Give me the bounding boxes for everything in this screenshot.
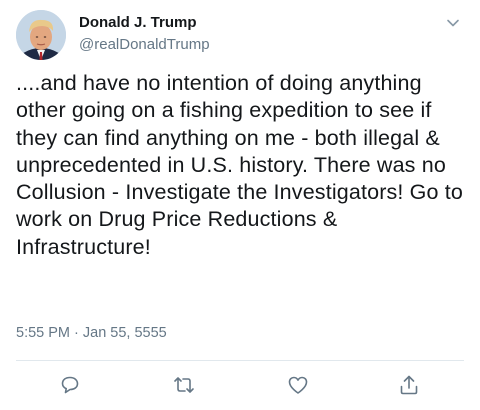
author-handle[interactable]: @realDonaldTrump: [79, 36, 210, 53]
avatar[interactable]: [16, 10, 66, 60]
reply-icon[interactable]: [58, 373, 82, 397]
tweet-text: ....and have no intention of doing anyth…: [16, 71, 463, 259]
heart-icon[interactable]: [286, 373, 310, 397]
retweet-icon[interactable]: [172, 373, 196, 397]
author-name[interactable]: Donald J. Trump: [79, 14, 197, 31]
avatar-image: [16, 10, 66, 60]
tweet-timestamp[interactable]: 5:55 PM · Jan 55, 5555: [16, 325, 167, 341]
divider: [16, 360, 464, 361]
share-icon[interactable]: [397, 373, 421, 397]
chevron-down-icon[interactable]: [444, 14, 462, 32]
tweet-card: Donald J. Trump @realDonaldTrump ....and…: [0, 0, 480, 410]
